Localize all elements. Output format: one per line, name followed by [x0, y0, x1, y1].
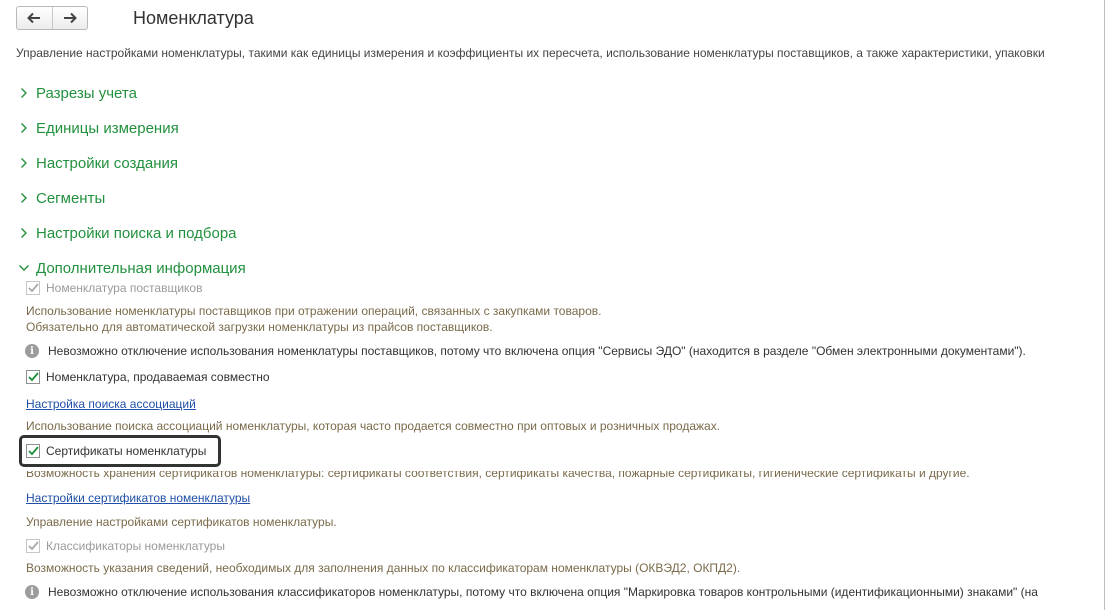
page-description: Управление настройками номенклатуры, так…: [16, 46, 1045, 60]
chevron-right-icon: [21, 123, 27, 133]
group-label: Настройки поиска и подбора: [36, 224, 237, 242]
page-title: Номенклатура: [133, 8, 254, 28]
supplier-items-info: i Невозможно отключение использования но…: [25, 344, 1026, 358]
info-icon: i: [25, 585, 39, 599]
group-label: Настройки создания: [36, 154, 178, 172]
supplier-items-info-text: Невозможно отключение использования номе…: [48, 344, 1026, 358]
association-search-settings-link[interactable]: Настройка поиска ассоциаций: [26, 397, 196, 411]
checkmark-icon: [27, 283, 39, 293]
back-button[interactable]: [17, 7, 52, 29]
classifiers-info: i Невозможно отключение использования кл…: [25, 585, 1104, 599]
chevron-down-icon: [19, 265, 29, 271]
certificates-label: Сертификаты номенклатуры: [46, 444, 207, 458]
joint-items-label: Номенклатура, продаваемая совместно: [46, 370, 270, 384]
group-label: Сегменты: [36, 189, 106, 207]
group-segments[interactable]: Сегменты: [18, 187, 105, 209]
supplier-items-option: Номенклатура поставщиков: [26, 281, 202, 295]
certificate-settings-link[interactable]: Настройки сертификатов номенклатуры: [26, 491, 250, 505]
navigation-buttons: [16, 6, 88, 30]
supplier-items-note-2: Обязательно для автоматической загрузки …: [26, 320, 493, 334]
forward-button[interactable]: [51, 7, 88, 29]
arrow-left-icon: [27, 12, 41, 24]
group-search-settings[interactable]: Настройки поиска и подбора: [18, 222, 237, 244]
group-label: Разрезы учета: [36, 84, 137, 102]
arrow-right-icon: [63, 12, 77, 24]
classifiers-option: Классификаторы номенклатуры: [26, 539, 225, 553]
group-label: Дополнительная информация: [36, 259, 246, 277]
supplier-items-note: Использование номенклатуры поставщиков п…: [26, 304, 602, 318]
chevron-right-icon: [21, 193, 27, 203]
group-accounting-sections[interactable]: Разрезы учета: [18, 82, 137, 104]
joint-items-option[interactable]: Номенклатура, продаваемая совместно: [26, 370, 270, 384]
top-bar: Номенклатура: [0, 0, 1108, 40]
group-additional-info[interactable]: Дополнительная информация: [18, 257, 246, 279]
classifiers-note: Возможность указания сведений, необходим…: [26, 561, 741, 575]
certificates-note: Возможность хранения сертификатов номенк…: [26, 466, 970, 480]
certificates-checkbox[interactable]: [26, 444, 40, 458]
chevron-right-icon: [21, 158, 27, 168]
classifiers-info-text: Невозможно отключение использования клас…: [48, 585, 1038, 599]
chevron-right-icon: [21, 88, 27, 98]
classifiers-checkbox: [26, 539, 40, 553]
group-units[interactable]: Единицы измерения: [18, 117, 179, 139]
certificates-option[interactable]: Сертификаты номенклатуры: [26, 444, 206, 458]
certificate-settings-note: Управление настройками сертификатов номе…: [26, 515, 337, 529]
classifiers-label: Классификаторы номенклатуры: [46, 539, 225, 553]
joint-items-checkbox[interactable]: [26, 370, 40, 384]
scroll-edge-divider: [1104, 0, 1105, 610]
group-label: Единицы измерения: [36, 119, 179, 137]
group-creation-settings[interactable]: Настройки создания: [18, 152, 178, 174]
supplier-items-checkbox: [26, 281, 40, 295]
checkmark-icon: [27, 446, 39, 456]
chevron-right-icon: [21, 228, 27, 238]
checkmark-icon: [27, 372, 39, 382]
joint-items-note: Использование поиска ассоциаций номенкла…: [26, 419, 721, 433]
info-icon: i: [25, 344, 39, 358]
certificates-note-text: Возможность хранения сертификатов номенк…: [26, 466, 970, 480]
checkmark-icon: [27, 541, 39, 551]
supplier-items-label: Номенклатура поставщиков: [46, 281, 203, 295]
